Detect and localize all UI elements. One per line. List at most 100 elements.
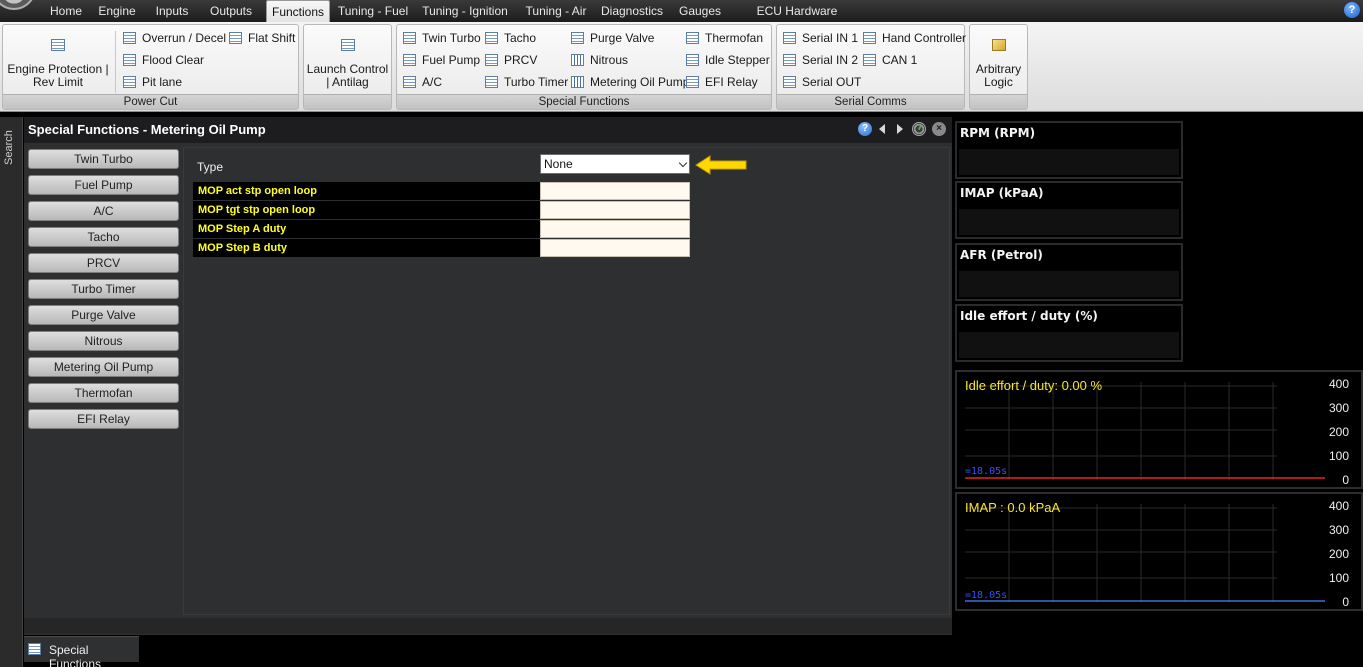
help-icon[interactable]: ? <box>858 122 872 136</box>
table-icon <box>229 32 242 44</box>
ribbon-prcv[interactable]: PRCV <box>485 51 537 69</box>
ribbon-ac[interactable]: A/C <box>403 73 442 91</box>
ribbon-serial-in-2[interactable]: Serial IN 2 <box>783 51 858 69</box>
tab-ecu-hardware-settings[interactable]: ECU Hardware Settings <box>736 0 858 40</box>
ribbon-idle-stepper[interactable]: Idle Stepper <box>686 51 770 69</box>
ribbon-serial-out[interactable]: Serial OUT <box>783 73 861 91</box>
ribbon-hand-controller[interactable]: Hand Controller <box>863 29 966 47</box>
engine-protection-button[interactable]: Engine Protection | Rev Limit <box>5 39 111 89</box>
ribbon-efi-relay[interactable]: EFI Relay <box>686 73 758 91</box>
ribbon-serial-in-1[interactable]: Serial IN 1 <box>783 29 858 47</box>
tab-tuning-fuel[interactable]: Tuning - Fuel <box>336 0 410 22</box>
document-tab-special-functions[interactable]: Special Functions <box>24 636 139 667</box>
table-icon <box>686 54 699 66</box>
help-icon[interactable]: ? <box>1344 2 1360 18</box>
ribbon-turbo-timer-label: Turbo Timer <box>504 75 569 89</box>
tab-tuning-air[interactable]: Tuning - Air <box>523 0 589 22</box>
gauge-rpm[interactable]: RPM (RPM) <box>955 121 1183 179</box>
ribbon-can-1[interactable]: CAN 1 <box>863 51 917 69</box>
param-value-field[interactable] <box>540 220 690 238</box>
ribbon-purge-valve[interactable]: Purge Valve <box>571 29 654 47</box>
function-button-metering-oil-pump[interactable]: Metering Oil Pump <box>28 357 179 377</box>
chart-idle-effort[interactable]: Idle effort / duty: 0.00 % 400 300 200 1… <box>955 370 1363 489</box>
gauge-label: IMAP (kPaA) <box>960 186 1044 200</box>
launch-control-button[interactable]: Launch Control | Antilag <box>306 39 389 89</box>
flat-shift-label: Flat Shift <box>248 31 296 45</box>
table-icon <box>863 32 876 44</box>
arbitrary-logic-label: Arbitrary Logic <box>975 62 1022 89</box>
function-button-twin-turbo[interactable]: Twin Turbo <box>28 149 179 169</box>
flood-clear-button[interactable]: Flood Clear <box>123 51 204 69</box>
tab-tuning-ignition[interactable]: Tuning - Ignition <box>421 0 509 22</box>
flat-shift-button[interactable]: Flat Shift <box>229 29 295 47</box>
group-special-functions: Twin Turbo Tacho Purge Valve Thermofan F… <box>396 24 772 110</box>
next-arrow-icon[interactable] <box>897 124 903 134</box>
ribbon-nitrous[interactable]: Nitrous <box>571 51 628 69</box>
table-icon <box>485 32 498 44</box>
arbitrary-logic-button[interactable]: Arbitrary Logic <box>971 39 1026 89</box>
gauge-idle-effort[interactable]: Idle effort / duty (%) <box>955 304 1183 362</box>
gauge-value-area <box>959 332 1179 358</box>
tab-diagnostics[interactable]: Diagnostics <box>600 0 664 22</box>
previous-arrow-icon[interactable] <box>879 124 885 134</box>
search-label: Search <box>3 130 15 165</box>
overrun-decel-button[interactable]: Overrun / Decel <box>123 29 226 47</box>
logic-icon <box>991 39 1006 51</box>
ribbon-turbo-timer[interactable]: Turbo Timer <box>485 73 568 91</box>
ribbon-purge-valve-label: Purge Valve <box>590 31 655 45</box>
param-value-field[interactable] <box>540 201 690 219</box>
ribbon-tacho[interactable]: Tacho <box>485 29 536 47</box>
settings-area: Type None MOP act stp open loop MOP tgt … <box>183 147 950 615</box>
group-title-power-cut: Power Cut <box>3 94 298 109</box>
table-icon <box>485 76 498 88</box>
tab-outputs[interactable]: Outputs <box>205 0 257 22</box>
time-label: =18.05s <box>965 466 1008 477</box>
group-title-special-functions: Special Functions <box>397 94 771 109</box>
tab-functions[interactable]: Functions <box>266 0 330 22</box>
chart-title: Idle effort / duty: 0.00 % <box>965 378 1103 393</box>
param-value-field[interactable] <box>540 239 690 257</box>
pit-lane-button[interactable]: Pit lane <box>123 73 182 91</box>
close-icon[interactable]: × <box>932 122 946 136</box>
table-icon <box>571 32 584 44</box>
special-functions-panel: Special Functions - Metering Oil Pump ? … <box>24 117 952 635</box>
ribbon-thermofan-label: Thermofan <box>705 31 764 45</box>
flood-clear-label: Flood Clear <box>142 53 205 67</box>
group-title-serial-comms: Serial Comms <box>777 94 964 109</box>
chart-imap[interactable]: IMAP : 0.0 kPaA 400 300 200 100 0 =18.05… <box>955 492 1363 611</box>
function-button-nitrous[interactable]: Nitrous <box>28 331 179 351</box>
ribbon-fuel-pump[interactable]: Fuel Pump <box>403 51 480 69</box>
y-tick: 200 <box>1328 547 1349 561</box>
tab-gauges[interactable]: Gauges <box>676 0 724 22</box>
tab-engine[interactable]: Engine <box>95 0 139 22</box>
ribbon-thermofan[interactable]: Thermofan <box>686 29 763 47</box>
function-button-prcv[interactable]: PRCV <box>28 253 179 273</box>
ribbon-tacho-label: Tacho <box>504 31 537 45</box>
function-button-fuel-pump[interactable]: Fuel Pump <box>28 175 179 195</box>
function-button-turbo-timer[interactable]: Turbo Timer <box>28 279 179 299</box>
search-sidebar[interactable]: Search <box>0 117 23 667</box>
table-icon <box>783 32 796 44</box>
function-button-ac[interactable]: A/C <box>28 201 179 221</box>
param-name: MOP Step A duty <box>193 220 540 238</box>
function-button-thermofan[interactable]: Thermofan <box>28 383 179 403</box>
param-name: MOP tgt stp open loop <box>193 201 540 219</box>
tab-inputs[interactable]: Inputs <box>149 0 195 22</box>
param-value-field[interactable] <box>540 182 690 200</box>
ribbon-twin-turbo[interactable]: Twin Turbo <box>403 29 481 47</box>
type-dropdown[interactable]: None <box>540 154 690 174</box>
ribbon-metering-oil-pump[interactable]: Metering Oil Pump <box>571 73 689 91</box>
table-icon <box>51 39 65 51</box>
gauge-icon[interactable] <box>912 122 926 136</box>
ribbon-toolbar: Engine Protection | Rev Limit Overrun / … <box>0 22 1363 112</box>
function-button-tacho[interactable]: Tacho <box>28 227 179 247</box>
ribbon-nitrous-label: Nitrous <box>590 53 629 67</box>
app-logo[interactable] <box>0 0 36 10</box>
gauge-afr[interactable]: AFR (Petrol) <box>955 243 1183 301</box>
function-button-purge-valve[interactable]: Purge Valve <box>28 305 179 325</box>
group-title-launch <box>304 94 391 109</box>
tab-home[interactable]: Home <box>45 0 87 22</box>
function-button-efi-relay[interactable]: EFI Relay <box>28 409 179 429</box>
gauge-imap[interactable]: IMAP (kPaA) <box>955 181 1183 239</box>
document-tab-label: Special Functions <box>49 643 102 667</box>
